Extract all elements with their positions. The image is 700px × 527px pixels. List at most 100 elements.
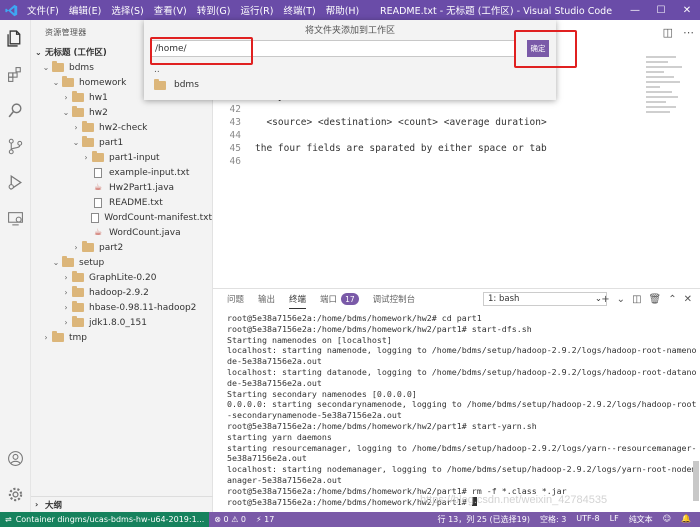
bottom-panel: 问题 输出 终端 端口 17 调试控制台 1: bash ⌄ + ⌄ ◫ 🗑 ⌃ … (213, 288, 700, 512)
chevron-right-icon: › (35, 500, 39, 509)
code-line[interactable]: 44 (213, 129, 547, 142)
folder-icon (154, 78, 166, 90)
tree-folder-item[interactable]: › hbase-0.98.11-hadoop2 (31, 300, 212, 315)
text-file-icon (89, 212, 100, 223)
menu-item[interactable]: 帮助(H) (321, 3, 365, 17)
parent-directory-item[interactable]: .. (154, 65, 160, 75)
trash-icon[interactable]: 🗑 (649, 294, 662, 305)
tab-terminal[interactable]: 终端 (289, 289, 307, 309)
cursor-position[interactable]: 行 13，列 25 (已选择19) (433, 514, 535, 525)
search-icon[interactable] (0, 92, 31, 128)
folder-icon (81, 136, 95, 148)
ok-button[interactable]: 确定 (527, 40, 549, 57)
tab-problems[interactable]: 问题 (227, 289, 244, 309)
status-bar: ⇌ Container dingms/ucas-bdms-hw-u64-2019… (0, 512, 700, 527)
close-panel-icon[interactable]: ✕ (684, 294, 692, 305)
tab-ports[interactable]: 端口 17 (320, 289, 359, 309)
language-mode[interactable]: 纯文本 (624, 514, 658, 525)
chevron-up-icon[interactable]: ⌃ (668, 294, 676, 305)
code-line[interactable]: 46 (213, 155, 547, 168)
tree-folder-item[interactable]: › hadoop-2.9.2 (31, 285, 212, 300)
minimap[interactable] (646, 56, 686, 126)
tree-folder-item[interactable]: › tmp (31, 330, 212, 345)
menu-item[interactable]: 选择(S) (106, 3, 148, 17)
code-line[interactable]: 45 the four fields are sparated by either… (213, 142, 547, 155)
chevron-down-icon[interactable]: ⌄ (617, 294, 625, 305)
text-file-icon (91, 197, 105, 208)
ports-status[interactable]: ⚡ 17 (251, 515, 279, 524)
end-of-line[interactable]: LF (605, 514, 624, 525)
more-actions-icon[interactable]: ⋯ (683, 26, 694, 39)
outline-section-header[interactable]: › 大纲 (31, 496, 213, 512)
tree-file-item[interactable]: example-input.txt (31, 165, 212, 180)
menu-item[interactable]: 运行(R) (235, 3, 278, 17)
tree-file-item[interactable]: WordCount-manifest.txt (31, 210, 212, 225)
settings-gear-icon[interactable] (0, 476, 31, 512)
tree-file-item[interactable]: ☕ Hw2Part1.java (31, 180, 212, 195)
split-terminal-icon[interactable]: ◫ (632, 294, 641, 305)
close-button[interactable]: ✕ (674, 0, 700, 20)
folder-path-input[interactable] (150, 40, 516, 57)
explorer-icon[interactable] (0, 20, 31, 56)
menu-item[interactable]: 查看(V) (149, 3, 192, 17)
code-content[interactable]: 41every line should consist of four fiel… (213, 90, 547, 168)
terminal-line: 5e38a7156e2a.out (227, 453, 307, 464)
encoding[interactable]: UTF-8 (571, 514, 604, 525)
tree-folder-item[interactable]: ⌄ setup (31, 255, 212, 270)
folder-option-bdms[interactable]: bdms (154, 78, 199, 92)
feedback-icon[interactable]: ☺ (658, 514, 676, 525)
run-debug-icon[interactable] (0, 164, 31, 200)
line-number: 42 (229, 104, 241, 115)
indentation[interactable]: 空格: 3 (535, 514, 571, 525)
menu-item[interactable]: 编辑(E) (64, 3, 106, 17)
source-control-icon[interactable] (0, 128, 31, 164)
tree-folder-item[interactable]: ⌄ hw2 (31, 105, 212, 120)
extensions-icon[interactable] (0, 56, 31, 92)
line-number: 44 (229, 130, 241, 141)
terminal-select[interactable]: 1: bash ⌄ (483, 292, 607, 306)
tree-folder-item[interactable]: › part2 (31, 240, 212, 255)
line-text: <source> <destination> <count> <average … (255, 117, 547, 128)
tab-debug-console[interactable]: 调试控制台 (373, 289, 416, 309)
chevron-right-icon: › (44, 333, 48, 342)
tree-folder-item[interactable]: › hw2-check (31, 120, 212, 135)
code-line[interactable]: 43 <source> <destination> <count> <avera… (213, 116, 547, 129)
code-line[interactable]: 42 (213, 103, 547, 116)
menu-item[interactable]: 转到(G) (192, 3, 236, 17)
new-terminal-icon[interactable]: + (601, 294, 609, 305)
folder-icon (61, 76, 75, 88)
tree-item-label: hw2-check (99, 122, 148, 133)
tree-folder-item[interactable]: › part1-input (31, 150, 212, 165)
remote-explorer-icon[interactable] (0, 200, 31, 236)
folder-icon (71, 301, 85, 313)
terminal-scrollbar[interactable] (692, 311, 700, 501)
line-number: 46 (229, 156, 241, 167)
menu-item[interactable]: 文件(F) (22, 3, 64, 17)
tree-folder-item[interactable]: › jdk1.8.0_151 (31, 315, 212, 330)
tree-item-label: setup (79, 257, 105, 268)
folder-icon (71, 91, 85, 103)
terminal-output[interactable]: root@5e38a7156e2a:/home/bdms/homework/hw… (227, 313, 697, 507)
tree-folder-item[interactable]: › GraphLite-0.20 (31, 270, 212, 285)
tree-file-item[interactable]: README.txt (31, 195, 212, 210)
problems-status[interactable]: ⊗ 0 ⚠ 0 (209, 515, 251, 524)
tab-output[interactable]: 输出 (258, 289, 275, 309)
chevron-right-icon: › (74, 243, 78, 252)
menu-item[interactable]: 终端(T) (278, 3, 320, 17)
remote-indicator[interactable]: ⇌ Container dingms/ucas-bdms-hw-u64-2019… (0, 512, 210, 527)
tree-file-item[interactable]: ☕ WordCount.java (31, 225, 212, 240)
chevron-right-icon: › (74, 123, 78, 132)
folder-option-label: bdms (174, 80, 199, 90)
terminal-line: Starting secondary namenodes [0.0.0.0] (227, 388, 417, 399)
account-icon[interactable] (0, 440, 31, 476)
notification-bell-icon[interactable]: 🔔 (676, 514, 696, 525)
chevron-down-icon: ⌄ (62, 108, 70, 117)
tree-folder-item[interactable]: ⌄ part1 (31, 135, 212, 150)
tab-ports-label: 端口 (320, 295, 338, 305)
chevron-right-icon: › (64, 93, 68, 102)
tree-item-label: tmp (69, 332, 88, 343)
split-editor-icon[interactable]: ◫ (663, 26, 673, 39)
minimize-button[interactable]: — (622, 0, 648, 20)
terminal-select-value: 1: bash (488, 294, 520, 304)
maximize-button[interactable]: ☐ (648, 0, 674, 20)
